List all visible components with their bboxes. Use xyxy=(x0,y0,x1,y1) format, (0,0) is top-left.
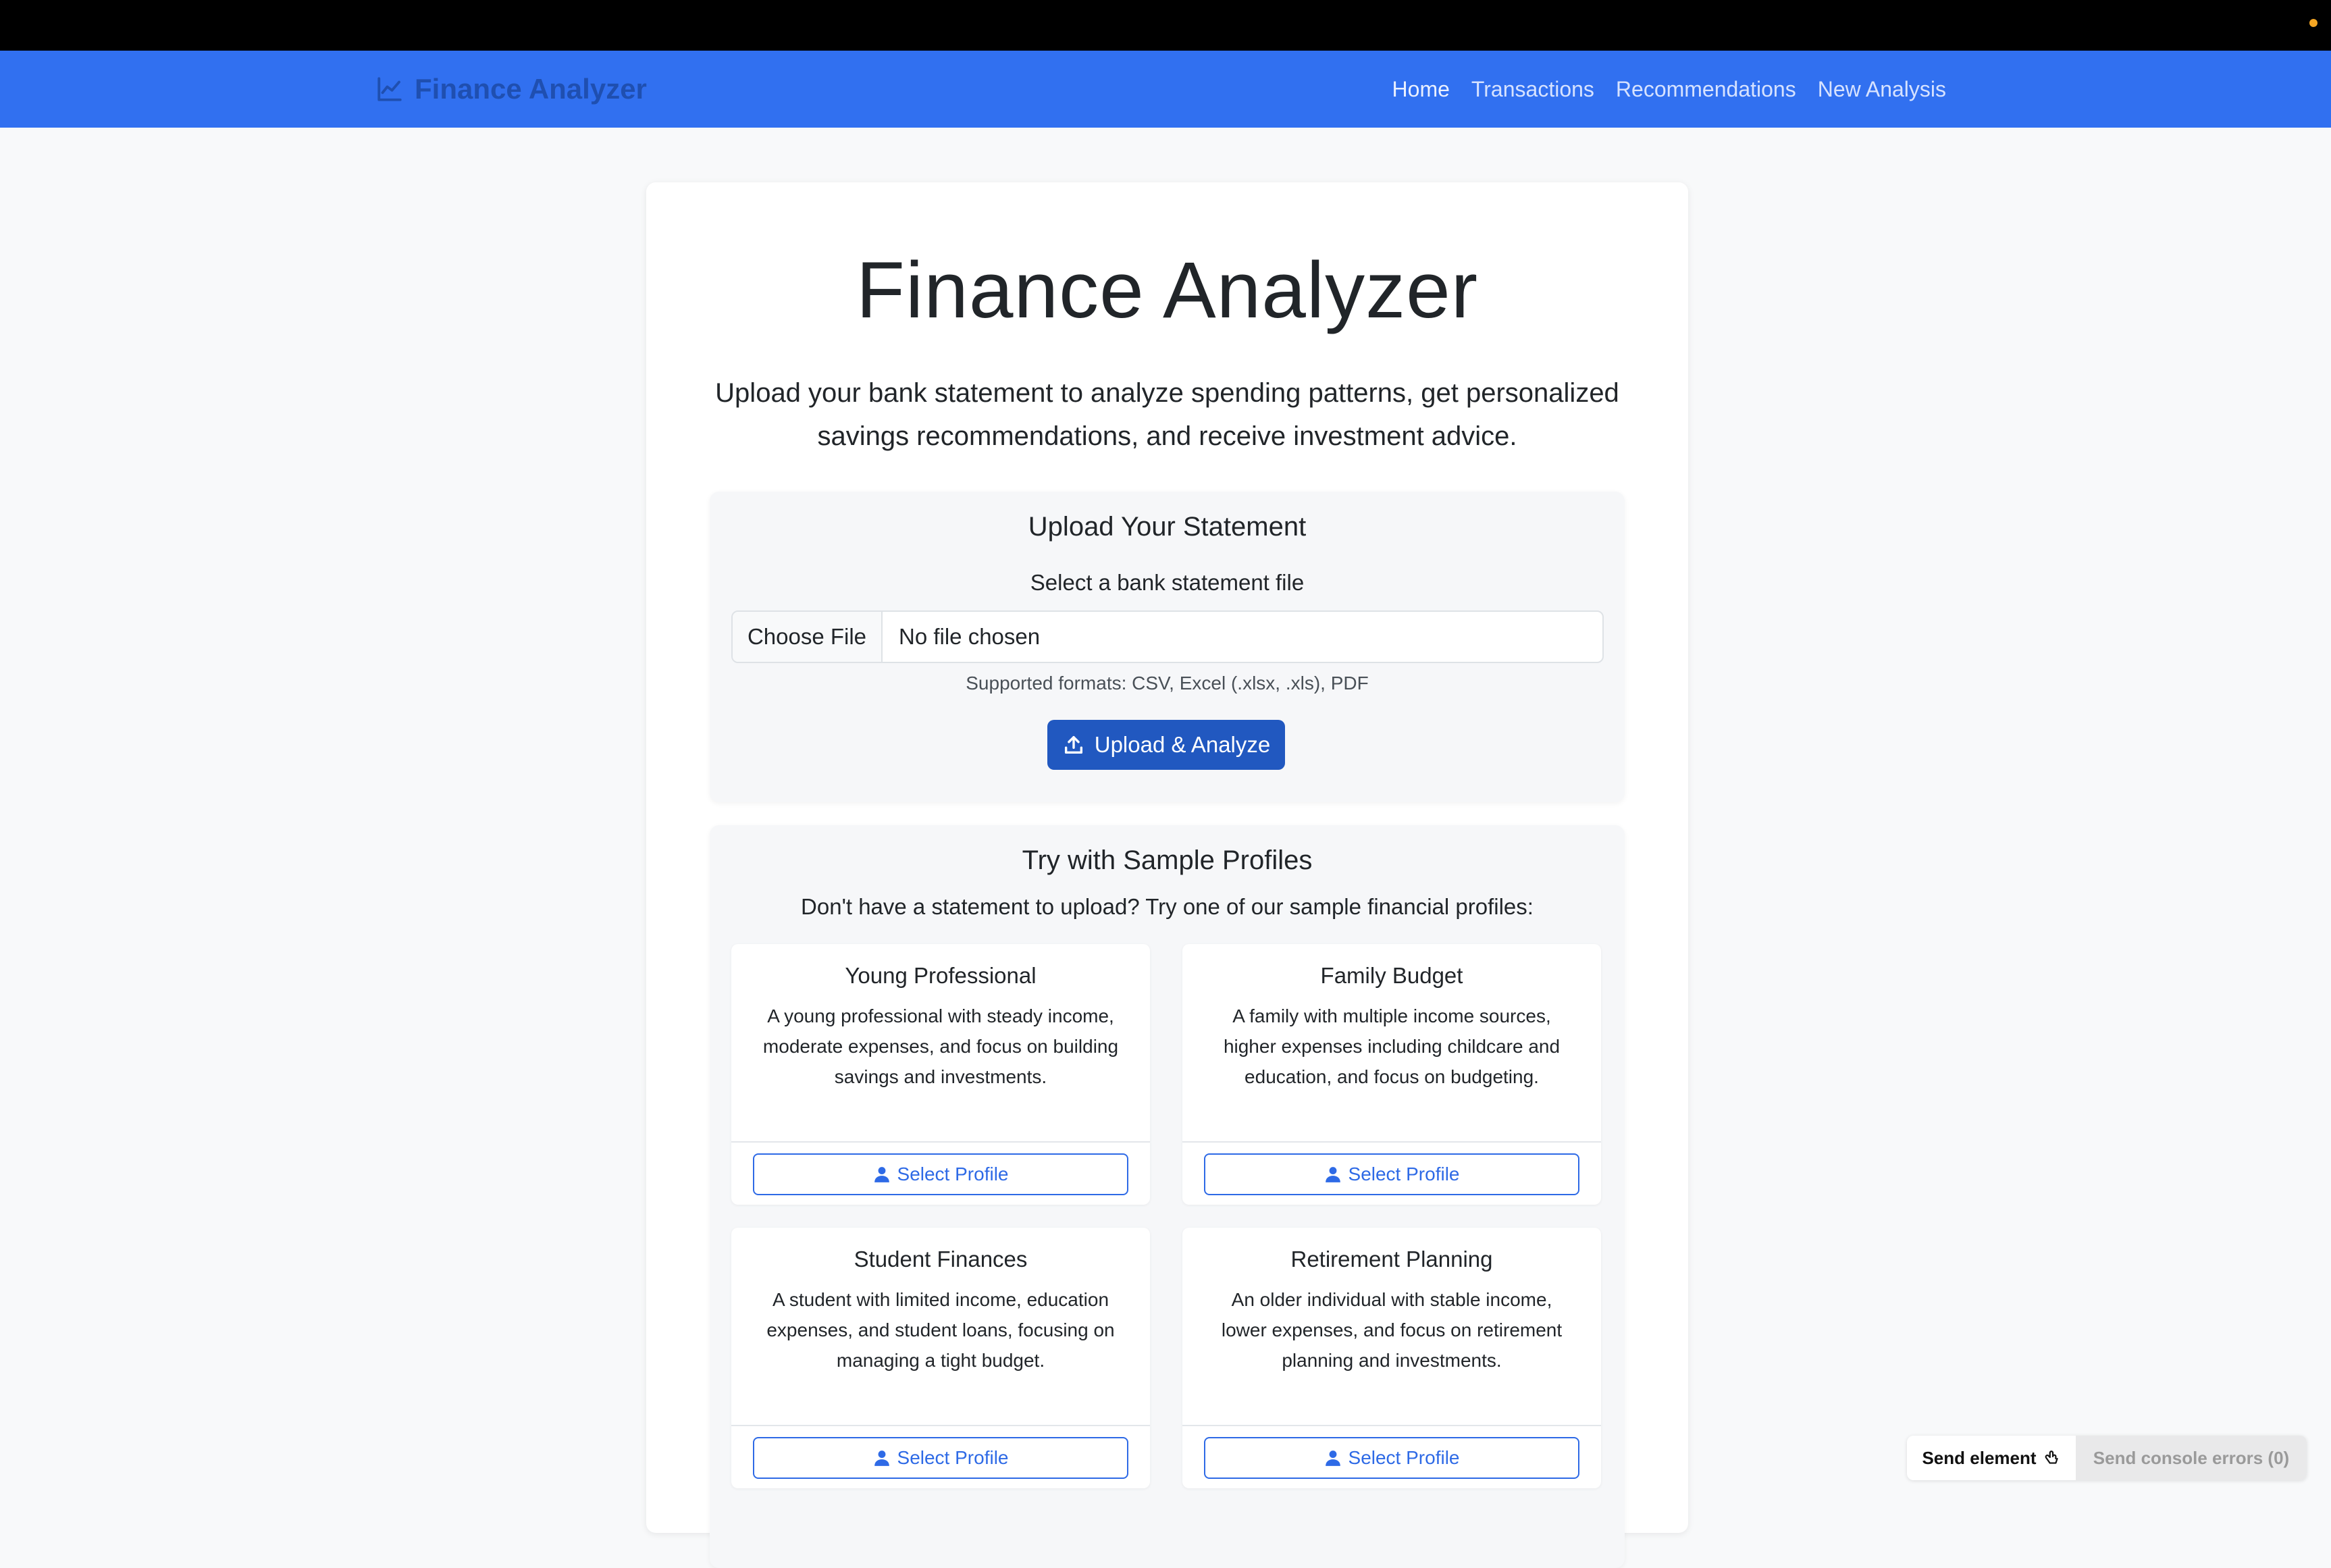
profile-card-family-budget: Family Budget A family with multiple inc… xyxy=(1182,944,1601,1205)
file-input[interactable]: Choose File No file chosen xyxy=(731,610,1604,663)
upload-title: Upload Your Statement xyxy=(1028,512,1307,542)
profile-title: Student Finances xyxy=(854,1247,1028,1272)
choose-file-button[interactable]: Choose File xyxy=(733,612,883,662)
profile-description: A young professional with steady income,… xyxy=(762,1005,1119,1087)
user-icon xyxy=(1325,1167,1340,1182)
profile-title: Retirement Planning xyxy=(1290,1247,1493,1272)
chart-line-icon xyxy=(377,77,402,101)
select-profile-button[interactable]: Select Profile xyxy=(1204,1153,1579,1195)
status-dot xyxy=(2309,19,2317,27)
profile-card-retirement-planning: Retirement Planning An older individual … xyxy=(1182,1228,1601,1488)
profile-title: Family Budget xyxy=(1320,963,1463,988)
send-element-label: Send element xyxy=(1922,1447,2037,1468)
nav-link-new-analysis[interactable]: New Analysis xyxy=(1818,71,1946,107)
samples-title: Try with Sample Profiles xyxy=(1022,845,1313,875)
pointer-icon xyxy=(2045,1451,2058,1464)
select-profile-label: Select Profile xyxy=(1348,1447,1460,1468)
user-icon xyxy=(874,1167,889,1182)
profile-description: An older individual with stable income, … xyxy=(1221,1289,1563,1371)
select-profile-label: Select Profile xyxy=(897,1447,1009,1468)
nav-link-home[interactable]: Home xyxy=(1392,71,1450,107)
profile-card-young-professional: Young Professional A young professional … xyxy=(731,944,1150,1205)
send-element-button[interactable]: Send element xyxy=(1907,1436,2076,1480)
profile-description: A student with limited income, education… xyxy=(766,1289,1115,1371)
file-label: Select a bank statement file xyxy=(1030,570,1305,595)
upload-section: Upload Your Statement Select a bank stat… xyxy=(710,492,1625,802)
page-subtitle: Upload your bank statement to analyze sp… xyxy=(715,378,1619,451)
select-profile-label: Select Profile xyxy=(1348,1164,1460,1184)
upload-analyze-label: Upload & Analyze xyxy=(1094,732,1271,757)
navbar: Finance Analyzer Home Transactions Recom… xyxy=(0,51,2331,128)
profile-card-student-finances: Student Finances A student with limited … xyxy=(731,1228,1150,1488)
file-status: No file chosen xyxy=(899,624,1041,649)
supported-formats: Supported formats: CSV, Excel (.xlsx, .x… xyxy=(966,673,1369,694)
user-icon xyxy=(874,1451,889,1466)
send-console-errors-button[interactable]: Send console errors (0) xyxy=(2076,1436,2307,1480)
select-profile-button[interactable]: Select Profile xyxy=(753,1153,1128,1195)
navbar-brand[interactable]: Finance Analyzer xyxy=(375,71,647,107)
upload-analyze-button[interactable]: Upload & Analyze xyxy=(1047,720,1285,770)
divider xyxy=(1182,1425,1601,1426)
dev-toolbar: Send element Send console errors (0) xyxy=(1907,1436,2307,1480)
samples-section: Try with Sample Profiles Don't have a st… xyxy=(710,825,1625,1568)
nav-link-transactions[interactable]: Transactions xyxy=(1471,71,1594,107)
browser-top-bar xyxy=(0,0,2331,51)
profile-description: A family with multiple income sources, h… xyxy=(1223,1005,1561,1087)
select-profile-label: Select Profile xyxy=(897,1164,1009,1184)
upload-icon xyxy=(1064,735,1082,754)
divider xyxy=(731,1425,1150,1426)
divider xyxy=(731,1141,1150,1143)
user-icon xyxy=(1325,1451,1340,1466)
main-card: Finance Analyzer Upload your bank statem… xyxy=(646,182,1688,1568)
page-title: Finance Analyzer xyxy=(856,246,1479,335)
select-profile-button[interactable]: Select Profile xyxy=(753,1437,1128,1479)
nav-links: Home Transactions Recommendations New An… xyxy=(1392,71,1946,107)
samples-intro: Don't have a statement to upload? Try on… xyxy=(801,894,1534,919)
profile-title: Young Professional xyxy=(845,963,1037,988)
divider xyxy=(1182,1141,1601,1143)
select-profile-button[interactable]: Select Profile xyxy=(1204,1437,1579,1479)
brand-label: Finance Analyzer xyxy=(415,73,647,105)
nav-link-recommendations[interactable]: Recommendations xyxy=(1616,71,1796,107)
